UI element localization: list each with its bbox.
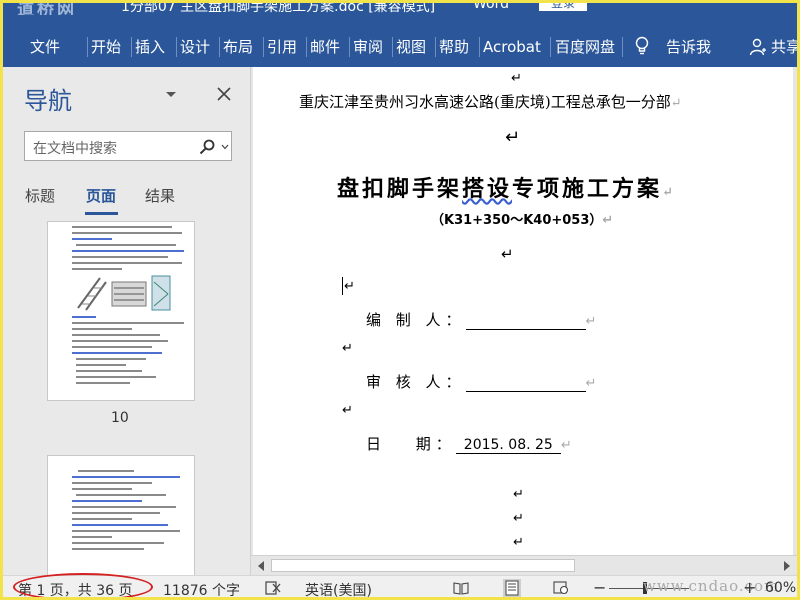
word-count-status[interactable]: 11876 个字 [163,580,240,597]
search-icon[interactable] [199,139,215,155]
page-thumbnails: 10 [3,219,250,575]
site-watermark-url: www.cndao.com [643,577,780,595]
ribbon-tabs: 文件 开始 插入 设计 布局 引用 邮件 审阅 视图 帮助 Acrobat 百度… [3,15,797,67]
tab-file[interactable]: 文件 [30,35,60,59]
tab-mailings[interactable]: 邮件 [310,35,340,59]
paragraph-mark: ↵ [501,245,514,263]
thumbnail-page-number: 10 [111,410,129,426]
ribbon-separator [306,37,307,57]
window-frame: 道桥网 1分部07 主区盘扣脚手架施工方案.doc [兼容模式] Word 登录… [0,0,800,600]
tab-view[interactable]: 视图 [396,35,426,59]
print-layout-icon[interactable] [503,579,521,597]
scrollbar-thumb[interactable] [271,559,575,572]
nav-tab-pages[interactable]: 页面 [86,185,116,206]
thumbnail-figure [77,275,171,311]
share-person-icon[interactable] [749,38,767,56]
ribbon-separator [392,37,393,57]
title-bar: 道桥网 1分部07 主区盘扣脚手架施工方案.doc [兼容模式] Word 登录 [3,3,797,15]
ribbon-separator [176,37,177,57]
paragraph-mark: ↵ [344,279,355,294]
zoom-in-button[interactable]: + [743,578,756,597]
zoom-out-button[interactable]: − [593,578,606,597]
caret-down-icon[interactable] [165,91,177,99]
ribbon-separator [622,37,623,57]
chevron-down-icon[interactable] [221,144,229,150]
proofing-icon[interactable] [265,581,281,595]
document-header: 重庆江津至贵州习水高速公路(重庆境)工程总承包一分部↵ [299,93,682,111]
ribbon-separator [263,37,264,57]
document-area: ↵ 重庆江津至贵州习水高速公路(重庆境)工程总承包一分部↵ ↵ 盘扣脚手架搭设专… [251,67,797,555]
tab-references[interactable]: 引用 [267,35,297,59]
nav-tab-headings[interactable]: 标题 [25,185,55,206]
lightbulb-icon[interactable] [635,36,649,56]
active-tab-indicator [85,212,118,215]
horizontal-scrollbar[interactable] [251,555,797,575]
paragraph-mark: ↵ [513,535,524,550]
paragraph-mark: ↵ [342,341,353,356]
close-icon[interactable] [217,87,231,101]
page-thumbnail[interactable] [47,455,195,575]
nav-pane-title: 导航 [24,87,72,115]
ribbon-separator [131,37,132,57]
status-bar: 第 1 页，共 36 页 11876 个字 英语(美国) − www.cndao… [3,573,797,597]
search-input[interactable]: 在文档中搜索 [24,131,232,161]
tab-baidu-netdisk[interactable]: 百度网盘 [555,35,615,59]
tab-review[interactable]: 审阅 [353,35,383,59]
app-name: Word [473,3,509,12]
ribbon-separator [479,37,480,57]
ribbon-separator [435,37,436,57]
document-page[interactable]: ↵ 重庆江津至贵州习水高速公路(重庆境)工程总承包一分部↵ ↵ 盘扣脚手架搭设专… [253,67,793,555]
document-subtitle: （K31+350～K40+053）↵ [431,213,614,228]
tab-design[interactable]: 设计 [180,35,210,59]
field-reviewer: 审 核 人： ↵ [366,373,597,392]
login-button[interactable]: 登录 [539,3,587,11]
nav-tab-results[interactable]: 结果 [145,185,175,206]
ribbon-separator [349,37,350,57]
ribbon-separator [550,37,551,57]
field-editor: 编 制 人： ↵ [366,311,597,330]
web-layout-icon[interactable] [553,581,569,595]
text-cursor [342,277,343,295]
page-thumbnail[interactable] [47,221,195,401]
highlight-circle [13,573,153,597]
ribbon-separator [219,37,220,57]
tab-home[interactable]: 开始 [91,35,121,59]
tab-help[interactable]: 帮助 [439,35,469,59]
paragraph-mark: ↵ [513,487,524,502]
navigation-pane: 导航 在文档中搜索 标题 页面 结果 10 [3,67,251,575]
field-date: 日 期： 2015. 08. 25 ↵ [366,435,572,454]
tab-layout[interactable]: 布局 [223,35,253,59]
read-mode-icon[interactable] [453,581,469,595]
language-status[interactable]: 英语(美国) [305,580,372,597]
zoom-level[interactable]: 60% [765,580,796,596]
document-title: 1分部07 主区盘扣脚手架施工方案.doc [兼容模式] [121,3,436,15]
ribbon-separator [87,37,88,57]
paragraph-mark: ↵ [505,127,521,148]
paragraph-mark: ↵ [511,71,522,86]
paragraph-mark: ↵ [342,403,353,418]
scroll-right-arrow-icon[interactable] [783,561,791,571]
site-watermark: 道桥网 [17,3,77,15]
search-placeholder: 在文档中搜索 [33,141,117,157]
scroll-left-arrow-icon[interactable] [257,561,265,571]
paragraph-mark: ↵ [513,511,524,526]
tab-acrobat[interactable]: Acrobat [483,35,541,59]
tab-insert[interactable]: 插入 [135,35,165,59]
document-title-text: 盘扣脚手架搭设专项施工方案↵ [337,176,676,202]
share-button[interactable]: 共享 [771,35,797,59]
tell-me-search[interactable]: 告诉我 [666,35,711,59]
